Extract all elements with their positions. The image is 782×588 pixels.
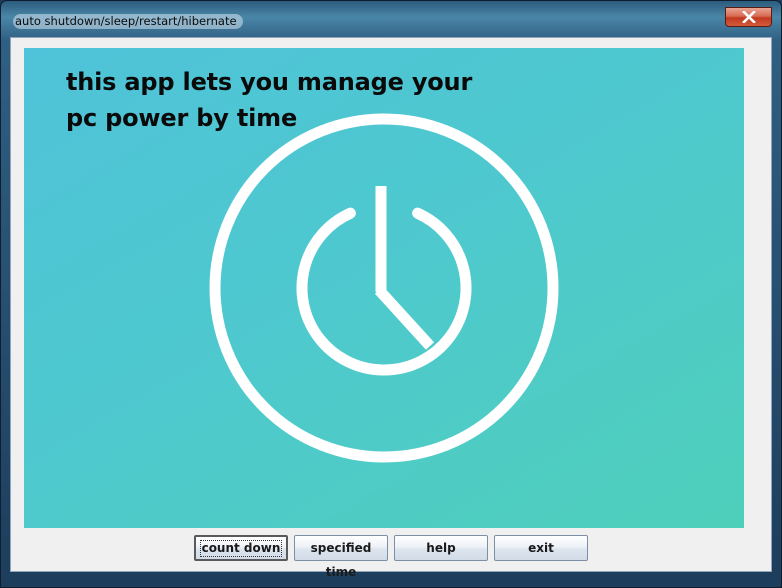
app-window: auto shutdown/sleep/restart/hibernate th… [0, 0, 782, 588]
hero-line-1: this app lets you manage your [66, 68, 473, 96]
count-down-label: count down [199, 540, 283, 557]
specified-time-button[interactable]: specified time [294, 535, 388, 579]
close-icon [741, 11, 756, 23]
clock-hand [374, 286, 435, 350]
close-button[interactable] [725, 7, 772, 27]
window-title: auto shutdown/sleep/restart/hibernate [13, 14, 243, 29]
exit-button[interactable]: exit [494, 535, 588, 561]
title-bar[interactable]: auto shutdown/sleep/restart/hibernate [1, 1, 781, 35]
hero-heading: this app lets you manage your pc power b… [66, 64, 472, 136]
help-button[interactable]: help [394, 535, 488, 561]
hero-panel: this app lets you manage your pc power b… [24, 48, 744, 528]
button-row: count down specified time help exit [11, 535, 771, 579]
hero-line-2: pc power by time [66, 104, 298, 132]
client-area: this app lets you manage your pc power b… [10, 37, 772, 579]
count-down-button[interactable]: count down [194, 535, 288, 561]
